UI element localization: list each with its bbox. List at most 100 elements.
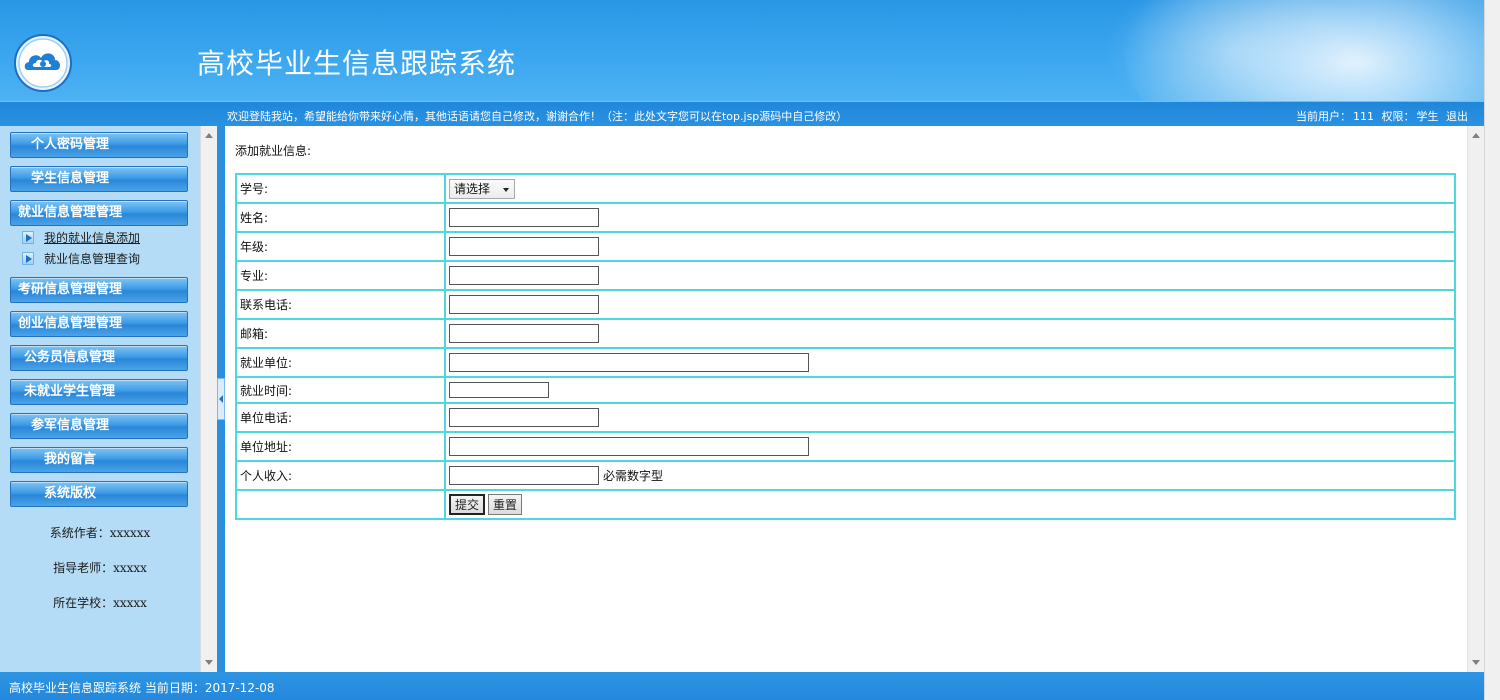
major-input[interactable] <box>449 266 599 285</box>
employer-phone-input[interactable] <box>449 408 599 427</box>
sidebar-item-label: 就业信息管理查询 <box>44 252 141 266</box>
student-id-label: 学号: <box>236 174 445 203</box>
major-cell <box>445 261 1455 290</box>
footer: 高校毕业生信息跟踪系统 当前日期：2017-12-08 <box>0 672 1484 700</box>
student-id-cell: 请选择 <box>445 174 1455 203</box>
header-banner: 高校毕业生信息跟踪系统 <box>0 0 1484 101</box>
chevron-down-icon <box>503 187 509 192</box>
student-id-select-value: 请选择 <box>454 181 491 196</box>
form-row: 联系电话: <box>236 290 1455 319</box>
submit-button[interactable]: 提交 <box>449 494 486 515</box>
income-cell: 必需数字型 <box>445 461 1455 490</box>
permission-label: 权限： <box>1381 110 1415 123</box>
form-row: 姓名: <box>236 203 1455 232</box>
form-row: 单位电话: <box>236 403 1455 432</box>
form-row: 个人收入: 必需数字型 <box>236 461 1455 490</box>
grade-cell <box>445 232 1455 261</box>
form-row: 就业单位: <box>236 348 1455 377</box>
logout-link[interactable]: 退出 <box>1446 110 1468 123</box>
frame-splitter <box>217 126 225 672</box>
email-input[interactable] <box>449 324 599 343</box>
employ-time-label: 就业时间: <box>236 377 445 403</box>
menu-civil-servant-info[interactable]: 公务员信息管理 <box>10 345 188 371</box>
banner-cloud-glow <box>1104 0 1364 101</box>
phone-label: 联系电话: <box>236 290 445 319</box>
menu-label: 未就业学生管理 <box>24 384 116 399</box>
cloud-emblem-icon <box>14 34 72 92</box>
user-info: 当前用户： 111 权限： 学生 退出 <box>1296 108 1468 124</box>
credit-school: 所在学校：xxxxx <box>53 596 147 610</box>
menu-entrepreneurship-info[interactable]: 创业信息管理管理 <box>10 311 188 337</box>
current-user-label: 当前用户： <box>1296 110 1351 123</box>
name-label: 姓名: <box>236 203 445 232</box>
menu-label: 就业信息管理管理 <box>18 205 123 220</box>
employer-address-cell <box>445 432 1455 461</box>
main-scrollbar[interactable] <box>1467 126 1484 672</box>
income-label: 个人收入: <box>236 461 445 490</box>
scroll-down-icon[interactable] <box>205 660 213 665</box>
menu-my-messages[interactable]: 我的留言 <box>10 447 188 473</box>
play-arrow-icon <box>22 231 34 244</box>
menu-label: 学生信息管理 <box>31 171 110 186</box>
employer-phone-label: 单位电话: <box>236 403 445 432</box>
empty-label-cell <box>236 490 445 519</box>
email-cell <box>445 319 1455 348</box>
employer-address-label: 单位地址: <box>236 432 445 461</box>
income-input[interactable] <box>449 466 599 485</box>
menu-postgraduate-info[interactable]: 考研信息管理管理 <box>10 277 188 303</box>
form-row: 单位地址: <box>236 432 1455 461</box>
employer-input[interactable] <box>449 353 809 372</box>
collapse-sidebar-handle[interactable] <box>217 378 225 420</box>
scroll-up-icon[interactable] <box>205 133 213 138</box>
student-id-select[interactable]: 请选择 <box>449 178 515 199</box>
form-row: 年级: <box>236 232 1455 261</box>
menu-unemployed-students[interactable]: 未就业学生管理 <box>10 379 188 405</box>
credit-author: 系统作者：xxxxxx <box>49 526 151 540</box>
reset-button[interactable]: 重置 <box>488 494 523 515</box>
form-row: 就业时间: <box>236 377 1455 403</box>
employer-cell <box>445 348 1455 377</box>
form-row: 学号: 请选择 <box>236 174 1455 203</box>
menu-student-info[interactable]: 学生信息管理 <box>10 166 188 192</box>
form-row: 提交 重置 <box>236 490 1455 519</box>
menu-employment-info[interactable]: 就业信息管理管理 <box>10 200 188 226</box>
menu-label: 公务员信息管理 <box>24 350 116 365</box>
menu-label: 参军信息管理 <box>31 418 110 433</box>
employ-time-input[interactable] <box>449 382 549 398</box>
employer-address-input[interactable] <box>449 437 809 456</box>
menu-label: 我的留言 <box>44 452 97 467</box>
form-actions: 提交 重置 <box>445 490 1455 519</box>
income-hint: 必需数字型 <box>603 468 664 483</box>
form-heading: 添加就业信息: <box>235 144 312 158</box>
major-label: 专业: <box>236 261 445 290</box>
sidebar-item-label: 我的就业信息添加 <box>44 231 141 245</box>
site-title: 高校毕业生信息跟踪系统 <box>197 47 517 80</box>
play-arrow-icon <box>22 252 34 265</box>
scroll-up-icon[interactable] <box>1472 133 1480 138</box>
info-bar: 欢迎登陆我站，希望能给你带来好心情，其他话语请您自己修改，谢谢合作！（注：此处文… <box>0 101 1484 126</box>
phone-input[interactable] <box>449 295 599 314</box>
menu-label: 个人密码管理 <box>31 137 110 152</box>
phone-cell <box>445 290 1455 319</box>
employ-time-cell <box>445 377 1455 403</box>
credit-teacher: 指导老师：xxxxx <box>53 561 147 575</box>
main-content: 添加就业信息: 学号: 请选择 姓名: 年级: 专业: 联系电话: 邮箱: 就业… <box>225 126 1467 672</box>
email-label: 邮箱: <box>236 319 445 348</box>
employer-label: 就业单位: <box>236 348 445 377</box>
grade-label: 年级: <box>236 232 445 261</box>
scroll-down-icon[interactable] <box>1472 660 1480 665</box>
employment-form: 学号: 请选择 姓名: 年级: 专业: 联系电话: 邮箱: 就业单位: 就业时间… <box>235 173 1456 520</box>
form-row: 邮箱: <box>236 319 1455 348</box>
employer-phone-cell <box>445 403 1455 432</box>
menu-military-info[interactable]: 参军信息管理 <box>10 413 188 439</box>
window-scrollbar[interactable] <box>1484 0 1500 700</box>
sidebar-scrollbar[interactable] <box>200 126 217 672</box>
sidebar: 个人密码管理 学生信息管理 就业信息管理管理 我的就业信息添加 就业信息管理查询… <box>0 126 200 672</box>
grade-input[interactable] <box>449 237 599 256</box>
permission-value: 学生 <box>1416 110 1439 123</box>
menu-copyright[interactable]: 系统版权 <box>10 481 188 507</box>
current-user-value: 111 <box>1353 110 1374 123</box>
name-input[interactable] <box>449 208 599 227</box>
name-cell <box>445 203 1455 232</box>
menu-password-management[interactable]: 个人密码管理 <box>10 132 188 158</box>
